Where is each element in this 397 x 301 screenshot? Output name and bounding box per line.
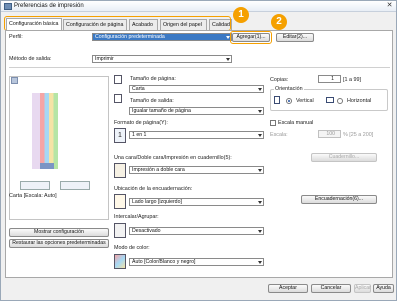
landscape-radio[interactable] [337, 98, 343, 104]
booklet-button[interactable]: Cuadernillo... [311, 153, 377, 162]
top-divider [9, 67, 390, 68]
help-button[interactable]: Ayuda [373, 284, 394, 293]
chevron-down-icon [258, 261, 262, 264]
binding-label: Ubicación de la encuadernación: [114, 186, 193, 192]
copies-value: 1 [331, 76, 334, 82]
scale-value: 100 [326, 131, 335, 137]
output-method-select[interactable]: Imprimir [92, 55, 232, 63]
output-method-label: Método de salida: [9, 56, 52, 62]
page-size-select[interactable]: Carta [129, 85, 264, 93]
preview-color-bars [40, 93, 58, 169]
scale-input[interactable]: 100 [318, 130, 341, 138]
basic-settings-panel: Perfil: Configuración predeterminada Agr… [5, 30, 393, 278]
chevron-down-icon [258, 134, 262, 137]
landscape-icon [326, 97, 334, 103]
apply-button[interactable]: Aplicar [354, 284, 371, 293]
binding-button[interactable]: Encuadernación(6)... [301, 195, 377, 204]
tabs-highlight [4, 16, 231, 31]
profile-select[interactable]: Configuración predeterminada [92, 33, 232, 41]
ok-button[interactable]: Aceptar [268, 284, 308, 293]
collate-value: Desactivado [132, 228, 161, 234]
portrait-label: Vertical [296, 98, 314, 104]
duplex-icon [114, 163, 126, 178]
portrait-radio[interactable] [286, 98, 292, 104]
restore-defaults-button[interactable]: Restaurar las opciones predeterminadas [9, 239, 109, 248]
chevron-down-icon [258, 230, 262, 233]
page-size-value: Carta [132, 86, 145, 92]
color-mode-select[interactable]: Auto [Color/Blanco y negro] [129, 258, 264, 266]
show-settings-button[interactable]: Mostrar configuración [9, 228, 109, 237]
chevron-down-icon [258, 88, 262, 91]
chevron-down-icon [226, 58, 230, 61]
add-button-highlight [230, 31, 272, 44]
chevron-down-icon [258, 110, 262, 113]
page-format-icon: 1 [114, 128, 126, 143]
color-mode-icon [114, 254, 126, 269]
duplex-label: Una cara/Doble cara/Impresión en cuadern… [114, 155, 232, 161]
portrait-icon [274, 96, 280, 104]
output-size-icon [114, 94, 122, 103]
duplex-value: Impresión a doble cara [132, 167, 185, 173]
preview-toggle-icon[interactable] [11, 77, 18, 84]
printer-app-icon [4, 3, 12, 10]
page-format-value: 1 en 1 [132, 132, 147, 138]
profile-label: Perfil: [9, 34, 23, 40]
page-size-icon [114, 75, 122, 84]
color-mode-value: Auto [Color/Blanco y negro] [132, 259, 196, 265]
output-size-select[interactable]: Igualar tamaño de página [129, 107, 264, 115]
landscape-label: Horizontal [347, 98, 372, 104]
binding-icon [114, 194, 126, 209]
preview-caption: Carta [Escala: Auto] [9, 193, 57, 199]
chevron-down-icon [258, 169, 262, 172]
collate-label: Intercalar/Agrupar: [114, 214, 159, 220]
copies-label: Copias: [270, 77, 289, 83]
layout-icon-button-1[interactable] [20, 181, 50, 190]
binding-value: Lado largo [izquierdo] [132, 199, 182, 205]
edit-profile-button[interactable]: Editar(2)... [276, 33, 314, 42]
output-size-value: Igualar tamaño de página [132, 108, 191, 114]
output-method-value: Imprimir [95, 56, 114, 62]
orientation-label: Orientación [274, 86, 304, 92]
scale-range: % [25 a 200] [343, 132, 374, 138]
collate-icon [114, 223, 126, 238]
page-format-label: Formato de página(Y): [114, 120, 168, 126]
color-mode-label: Modo de color: [114, 245, 150, 251]
duplex-select[interactable]: Impresión a doble cara [129, 166, 264, 174]
print-preferences-window: Preferencias de impresión ✕ Configuració… [0, 0, 397, 301]
copies-range: [1 a 99] [343, 77, 361, 83]
scale-label: Escala: [270, 132, 288, 138]
cancel-button[interactable]: Cancelar [311, 284, 351, 293]
manual-scale-label: Escala manual [278, 120, 314, 126]
copies-spinner[interactable]: 1 [318, 75, 341, 83]
output-size-label: Tamaño de salida: [130, 98, 174, 104]
manual-scale-checkbox[interactable] [270, 120, 276, 126]
profile-value: Configuración predeterminada [95, 34, 165, 40]
layout-icon-button-2[interactable] [60, 181, 90, 190]
page-format-select[interactable]: 1 en 1 [129, 131, 264, 139]
preview-photo-block [40, 163, 54, 169]
page-size-label: Tamaño de página: [130, 76, 176, 82]
chevron-down-icon [258, 201, 262, 204]
close-icon[interactable]: ✕ [385, 2, 394, 10]
window-title: Preferencias de impresión [14, 3, 84, 9]
callout-1: 1 [233, 7, 249, 23]
callout-2: 2 [271, 14, 287, 30]
binding-select[interactable]: Lado largo [izquierdo] [129, 198, 264, 206]
title-bar: Preferencias de impresión ✕ [1, 1, 396, 12]
collate-select[interactable]: Desactivado [129, 227, 264, 235]
